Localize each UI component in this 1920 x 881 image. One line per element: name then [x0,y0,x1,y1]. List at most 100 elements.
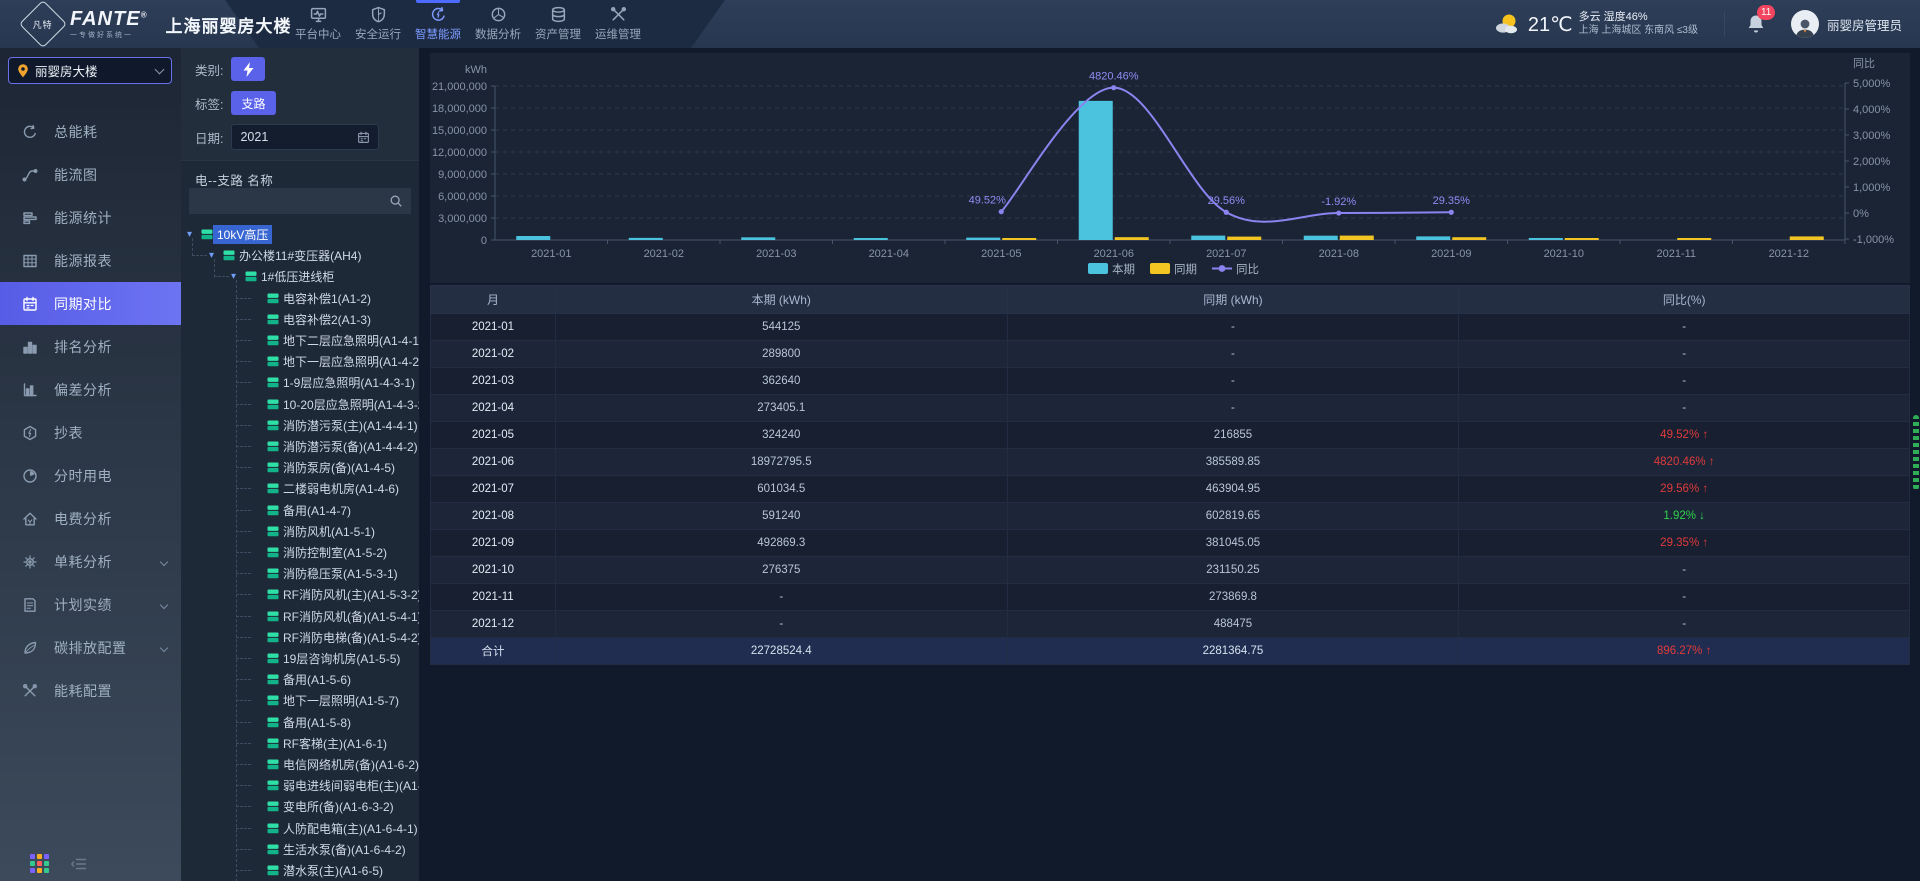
tree-node-label[interactable]: 备用(A1-5-8) [283,714,351,731]
tree-node[interactable]: RF消防风机(主)(A1-5-3-2) [181,584,419,605]
tree-node-label[interactable]: 消防潜污泵(备)(A1-4-4-2) [283,438,418,455]
tree-node-label[interactable]: 电容补偿2(A1-3) [283,311,371,328]
tree-node-label[interactable]: 办公楼11#变压器(AH4) [239,247,361,264]
tree-node[interactable]: 潜水泵(主)(A1-6-5) [181,860,419,881]
tree-node-label[interactable]: 消防泵房(备)(A1-4-5) [283,459,395,476]
topnav-asset-management[interactable]: 资产管理 [528,0,588,48]
tree-node[interactable]: 19层咨询机房(A1-5-5) [181,648,419,669]
bars[interactable] [516,101,1824,240]
tree-node-label[interactable]: 备用(A1-4-7) [283,502,351,519]
sidebar-item-energy-config[interactable]: 能耗配置 [0,669,181,712]
sidebar-item-carbon-config[interactable]: 碳排放配置 [0,626,181,669]
collapse-menu-icon[interactable] [71,857,87,871]
tree-search-input[interactable] [189,188,411,214]
sidebar-item-unit-consumption[interactable]: 单耗分析 [0,540,181,583]
table-row[interactable]: 2021-09 492869.3 381045.05 29.35% ↑ [431,530,1910,557]
sidebar-item-energy-report[interactable]: 能源报表 [0,239,181,282]
tree-node-label[interactable]: 消防潜污泵(主)(A1-4-4-1) [283,417,418,434]
table-row[interactable]: 2021-05 324240 216855 49.52% ↑ [431,422,1910,449]
tree-node[interactable]: 二楼弱电机房(A1-4-6) [181,478,419,499]
table-row[interactable]: 2021-11 - 273869.8 - [431,584,1910,611]
tree-node-label[interactable]: 10-20层应急照明(A1-4-3-2) [283,396,419,413]
tree-node[interactable]: 消防控制室(A1-5-2) [181,542,419,563]
tree-node[interactable]: 消防稳压泵(A1-5-3-1) [181,563,419,584]
tree-node[interactable]: ▾ 1#低压进线柜 [181,266,419,287]
tag-branch-button[interactable]: 支路 [231,91,275,115]
sidebar-item-energy-flow[interactable]: 能流图 [0,153,181,196]
sidebar-item-period-compare[interactable]: 同期对比 [0,282,181,325]
tree-node[interactable]: 备用(A1-4-7) [181,500,419,521]
tree-node-label[interactable]: 19层咨询机房(A1-5-5) [283,650,400,667]
topnav-ops-management[interactable]: 运维管理 [588,0,648,48]
tree-node-label[interactable]: 二楼弱电机房(A1-4-6) [283,480,399,497]
table-row[interactable]: 2021-10 276375 231150.25 - [431,557,1910,584]
tree-node[interactable]: 备用(A1-5-8) [181,712,419,733]
tree-node[interactable]: 消防潜污泵(主)(A1-4-4-1) [181,415,419,436]
tree-node[interactable]: 弱电进线间弱电柜(主)(A1-6 [181,775,419,796]
table-row[interactable]: 2021-04 273405.1 - - [431,395,1910,422]
tree-node-label[interactable]: 消防稳压泵(A1-5-3-1) [283,565,398,582]
avatar[interactable] [1791,10,1819,38]
tree-node[interactable]: RF消防电梯(备)(A1-5-4-2) [181,627,419,648]
topnav-smart-energy[interactable]: 智慧能源 [408,0,468,48]
tree-node[interactable]: 变电所(备)(A1-6-3-2) [181,796,419,817]
date-picker[interactable]: 2021 [231,124,379,150]
table-row[interactable]: 2021-08 591240 602819.65 1.92% ↓ [431,503,1910,530]
tree-node-label[interactable]: 电容补偿1(A1-2) [283,290,371,307]
tree-node-label[interactable]: 电信网络机房(备)(A1-6-2) [283,756,419,773]
tree-node[interactable]: 地下一层应急照明(A1-4-2) [181,351,419,372]
apps-grid-icon[interactable] [30,854,49,873]
tree-node[interactable]: 地下一层照明(A1-5-7) [181,690,419,711]
tree-node-label[interactable]: RF消防电梯(备)(A1-5-4-2) [283,629,419,646]
tree-node[interactable]: 1-9层应急照明(A1-4-3-1) [181,372,419,393]
tree-node[interactable]: ▾ 10kV高压 [181,224,419,245]
tree-node[interactable]: 电容补偿1(A1-2) [181,288,419,309]
table-row[interactable]: 2021-07 601034.5 463904.95 29.56% ↑ [431,476,1910,503]
sidebar-item-meter-reading[interactable]: 抄表 [0,411,181,454]
sidebar-item-tou-power[interactable]: 分时用电 [0,454,181,497]
category-electric-button[interactable] [231,57,265,81]
tree-node[interactable]: 地下二层应急照明(A1-4-1) [181,330,419,351]
tree-node[interactable]: 消防泵房(备)(A1-4-5) [181,457,419,478]
tree-node[interactable]: 生活水泵(备)(A1-6-4-2) [181,839,419,860]
tree-node-label[interactable]: 1#低压进线柜 [261,268,334,285]
tree-node-label[interactable]: RF消防风机(主)(A1-5-3-2) [283,586,419,603]
tree-node-label[interactable]: 变电所(备)(A1-6-3-2) [283,798,394,815]
tree-node[interactable]: 人防配电箱(主)(A1-6-4-1) [181,818,419,839]
sidebar-item-total-energy[interactable]: 总能耗 [0,110,181,153]
topnav-data-analysis[interactable]: 数据分析 [468,0,528,48]
tree-node-label[interactable]: 弱电进线间弱电柜(主)(A1-6 [283,777,419,794]
topnav-safe-operation[interactable]: 安全运行 [348,0,408,48]
tree-node[interactable]: RF消防风机(备)(A1-5-4-1) [181,606,419,627]
table-row[interactable]: 2021-12 - 488475 - [431,611,1910,638]
sidebar-item-plan-actual[interactable]: 计划实绩 [0,583,181,626]
tree-node-label[interactable]: 消防控制室(A1-5-2) [283,544,387,561]
tree-node-label[interactable]: RF消防风机(备)(A1-5-4-1) [283,608,419,625]
tree-node[interactable]: RF客梯(主)(A1-6-1) [181,733,419,754]
sidebar-item-cost-analysis[interactable]: 电费分析 [0,497,181,540]
tree-node[interactable]: 电信网络机房(备)(A1-6-2) [181,754,419,775]
tree-node-label[interactable]: 地下一层照明(A1-5-7) [283,692,399,709]
topnav-platform-center[interactable]: 平台中心 [288,0,348,48]
tree-node[interactable]: ▾ 办公楼11#变压器(AH4) [181,245,419,266]
notifications-button[interactable]: 11 [1747,14,1765,34]
tree-node[interactable]: 备用(A1-5-6) [181,669,419,690]
sidebar-item-ranking[interactable]: 排名分析 [0,325,181,368]
table-row[interactable]: 2021-01 544125 - - [431,314,1910,341]
tree-node-label[interactable]: 1-9层应急照明(A1-4-3-1) [283,374,415,391]
table-row[interactable]: 2021-06 18972795.5 385589.85 4820.46% ↑ [431,449,1910,476]
tree-node-label[interactable]: 备用(A1-5-6) [283,671,351,688]
tree-node[interactable]: 消防风机(A1-5-1) [181,521,419,542]
building-selector-dropdown[interactable]: 丽婴房大楼 [8,57,172,84]
yoy-line[interactable]: 49.52%4820.46%29.56%-1.92%29.35% [969,71,1471,222]
tree-node[interactable]: 10-20层应急照明(A1-4-3-2) [181,394,419,415]
tree-node-label[interactable]: 地下一层应急照明(A1-4-2) [283,353,419,370]
table-row[interactable]: 2021-02 289800 - - [431,341,1910,368]
tree-node[interactable]: 消防潜污泵(备)(A1-4-4-2) [181,436,419,457]
tree-node-label[interactable]: RF客梯(主)(A1-6-1) [283,735,387,752]
tree-node[interactable]: 电容补偿2(A1-3) [181,309,419,330]
tree-node-label[interactable]: 生活水泵(备)(A1-6-4-2) [283,841,406,858]
page-scrollbar[interactable] [1913,415,1919,490]
tree-node-label[interactable]: 地下二层应急照明(A1-4-1) [283,332,419,349]
tree-node-label[interactable]: 消防风机(A1-5-1) [283,523,375,540]
